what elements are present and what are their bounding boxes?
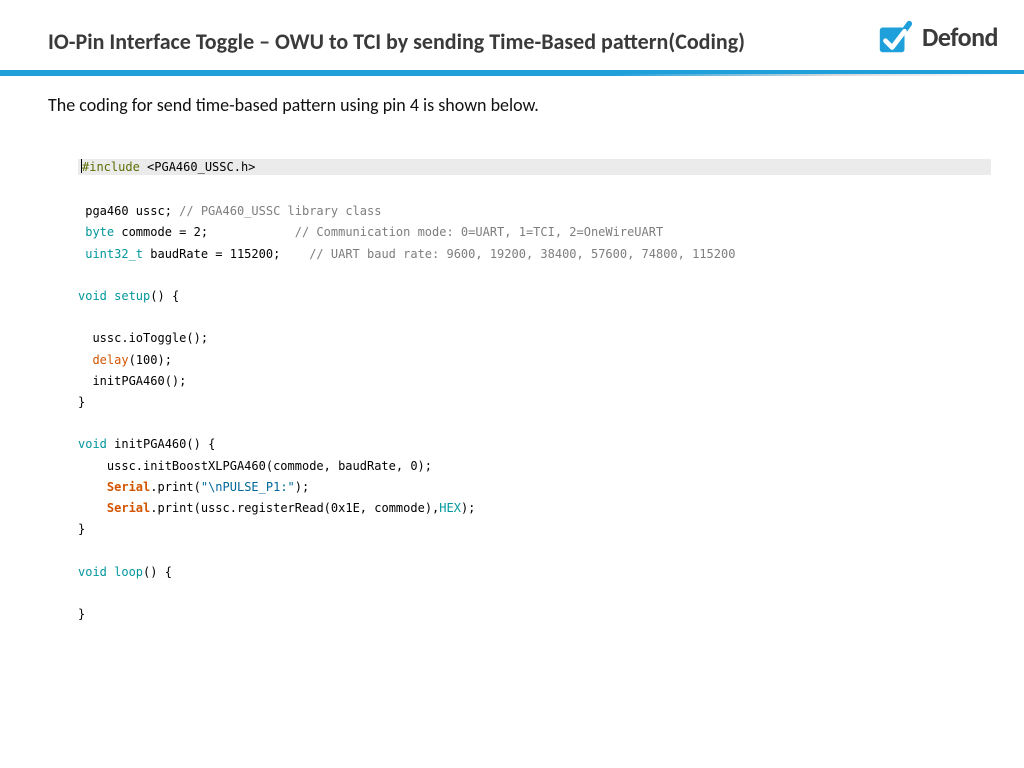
blank-line: [78, 307, 992, 328]
code-line: void loop() {: [78, 562, 992, 583]
code-line: initPGA460();: [78, 371, 992, 392]
brand-name: Defond: [922, 21, 998, 53]
code-line: delay(100);: [78, 350, 992, 371]
code-block: #include <PGA460_USSC.h> pga460 ussc; //…: [78, 159, 992, 625]
code-line-include: #include <PGA460_USSC.h>: [78, 159, 991, 175]
code-line: void initPGA460() {: [78, 434, 992, 455]
defond-check-icon: [876, 18, 914, 56]
code-line: uint32_t baudRate = 115200; // UART baud…: [78, 244, 992, 265]
blank-line: [78, 540, 992, 561]
code-line: byte commode = 2; // Communication mode:…: [78, 222, 992, 243]
blank-line: [78, 413, 992, 434]
blank-line: [78, 583, 992, 604]
code-line: Serial.print("\nPULSE_P1:");: [78, 477, 992, 498]
brand-logo: Defond: [876, 18, 998, 56]
code-line: Serial.print(ussc.registerRead(0x1E, com…: [78, 498, 992, 519]
code-line: ussc.initBoostXLPGA460(commode, baudRate…: [78, 456, 992, 477]
slide-header: IO-Pin Interface Toggle – OWU to TCI by …: [0, 0, 1024, 74]
code-line: void setup() {: [78, 286, 992, 307]
code-line: }: [78, 519, 992, 540]
intro-text: The coding for send time-based pattern u…: [48, 94, 539, 116]
code-line: }: [78, 392, 992, 413]
page-title: IO-Pin Interface Toggle – OWU to TCI by …: [48, 28, 745, 55]
code-line: ussc.ioToggle();: [78, 328, 992, 349]
blank-line: [78, 180, 992, 201]
code-line: }: [78, 604, 992, 625]
blank-line: [78, 265, 992, 286]
header-underline: [0, 70, 1024, 76]
code-line: pga460 ussc; // PGA460_USSC library clas…: [78, 201, 992, 222]
